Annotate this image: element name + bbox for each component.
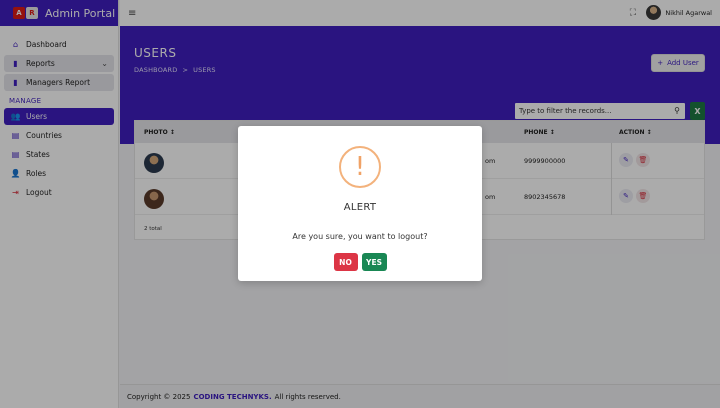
dialog-message: Are you sure, you want to logout? bbox=[292, 232, 428, 241]
warning-icon: ! bbox=[339, 146, 381, 188]
logout-alert-dialog: ! ALERT Are you sure, you want to logout… bbox=[238, 126, 482, 281]
no-button[interactable]: NO bbox=[333, 253, 358, 271]
dialog-title: ALERT bbox=[343, 202, 377, 213]
dialog-actions: NO YES bbox=[238, 253, 482, 271]
yes-button[interactable]: YES bbox=[361, 253, 387, 271]
